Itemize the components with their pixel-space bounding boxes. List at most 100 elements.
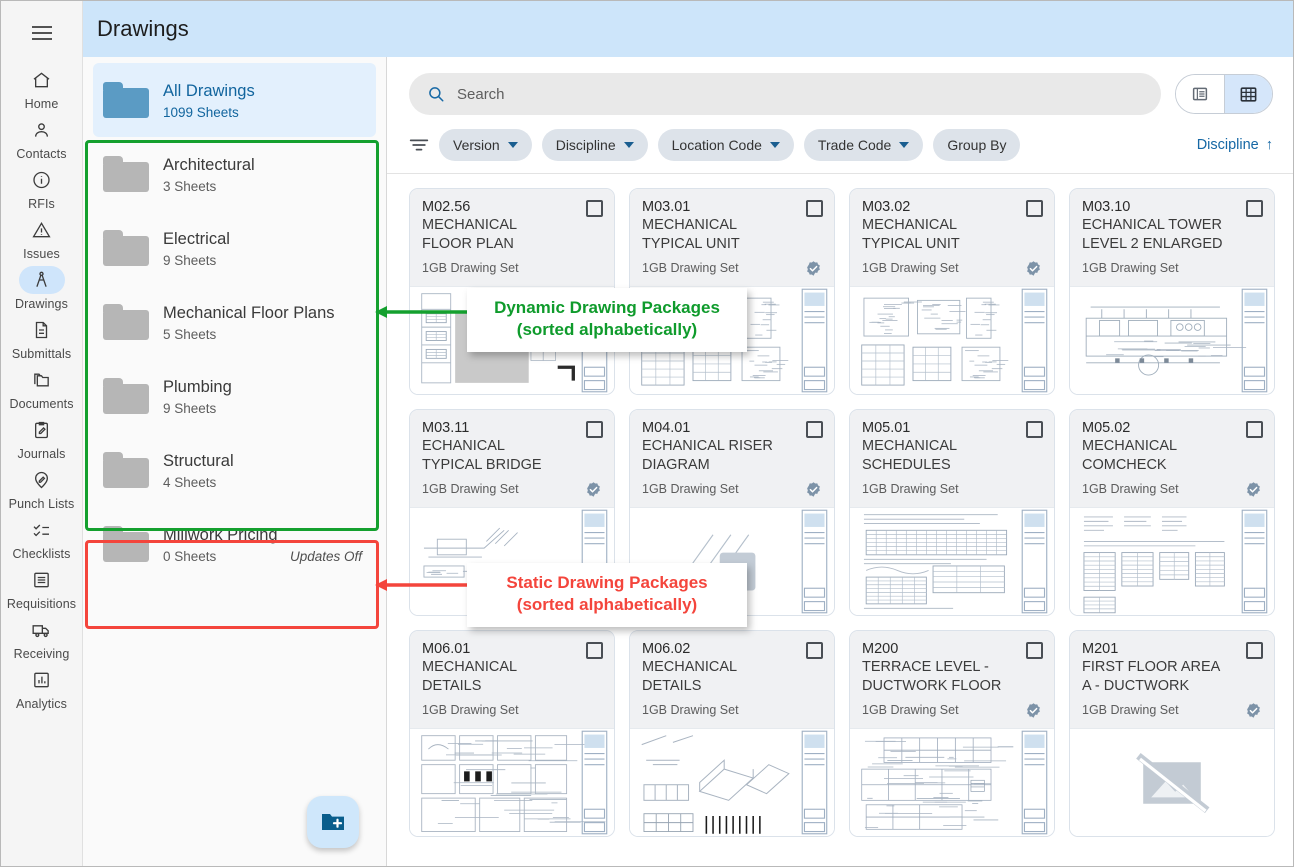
- drawing-card[interactable]: M04.01 ECHANICAL RISER DIAGRAM 1GB Drawing…: [629, 409, 835, 616]
- group-by-button[interactable]: Group By: [933, 129, 1021, 161]
- card-checkbox[interactable]: [806, 642, 823, 659]
- card-title: MECHANICAL COMCHECK: [1082, 438, 1177, 474]
- search-icon: [429, 87, 444, 102]
- chip-label: Location Code: [671, 137, 762, 153]
- card-title: ECHANICAL TYPICAL BRIDGE ENLARGED …: [422, 438, 542, 474]
- card-checkbox[interactable]: [1026, 642, 1043, 659]
- verified-badge-icon: [587, 481, 600, 497]
- sidebar-item-checklists[interactable]: Checklists: [3, 513, 81, 563]
- folder-icon: [103, 230, 149, 266]
- drawing-card[interactable]: M06.02 MECHANICAL DETAILS 1GB Drawing Set: [629, 630, 835, 837]
- hamburger-menu-icon[interactable]: [20, 13, 64, 53]
- sidebar-item-submittals[interactable]: Submittals: [3, 313, 81, 363]
- add-folder-fab[interactable]: [307, 796, 359, 848]
- card-thumbnail: [850, 507, 1054, 615]
- sort-label: Discipline: [1196, 137, 1259, 153]
- card-set-label: 1GB Drawing Set: [862, 482, 959, 496]
- card-number: M04.01: [642, 420, 691, 436]
- card-header: M201 FIRST FLOOR AREA A - DUCTWORK PLAN 1G…: [1070, 631, 1274, 728]
- sort-control[interactable]: Discipline ↑: [1197, 137, 1273, 153]
- filter-chip-discipline[interactable]: Discipline: [541, 129, 648, 161]
- card-set-label: 1GB Drawing Set: [422, 703, 519, 717]
- sidebar-item-rfis[interactable]: RFIs: [3, 163, 81, 213]
- folder-dynamic-4[interactable]: Structural 4 Sheets: [93, 433, 376, 507]
- card-title: FIRST FLOOR AREA A - DUCTWORK PLAN: [1082, 659, 1220, 695]
- sidebar-item-issues[interactable]: Issues: [3, 213, 81, 263]
- drawing-card[interactable]: M02.56 MECHANICAL FLOOR PLAN MIDRISE - RO…: [409, 188, 615, 395]
- folder-icon: [103, 156, 149, 192]
- dynamic-folder-list: Architectural 3 Sheets Electrical 9 Sheets M…: [93, 137, 376, 507]
- grid-view-icon[interactable]: [1224, 75, 1272, 113]
- card-set-label: 1GB Drawing Set: [422, 261, 519, 275]
- info-circle-icon: [19, 166, 65, 194]
- list-view-icon[interactable]: [1176, 75, 1224, 113]
- card-checkbox[interactable]: [1026, 200, 1043, 217]
- card-header: M05.02 MECHANICAL COMCHECK 1GB Drawing Set: [1070, 410, 1274, 507]
- card-checkbox[interactable]: [1246, 642, 1263, 659]
- card-title: TERRACE LEVEL - DUCTWORK FLOOR …: [862, 659, 1002, 695]
- card-checkbox[interactable]: [586, 642, 603, 659]
- card-checkbox[interactable]: [1246, 421, 1263, 438]
- folder-dynamic-3[interactable]: Plumbing 9 Sheets: [93, 359, 376, 433]
- clipboard-pencil-icon: [19, 416, 65, 444]
- sidebar-item-label: Drawings: [15, 297, 68, 311]
- search-input[interactable]: Search: [409, 73, 1161, 115]
- verified-badge-icon: [807, 260, 820, 276]
- sidebar-item-contacts[interactable]: Contacts: [3, 113, 81, 163]
- verified-badge-icon: [1027, 702, 1040, 718]
- drawing-card[interactable]: M03.10 ECHANICAL TOWER LEVEL 2 ENLARGED ……: [1069, 188, 1275, 395]
- card-set-label: 1GB Drawing Set: [1082, 703, 1179, 717]
- drawing-card[interactable]: M06.01 MECHANICAL DETAILS 1GB Drawing Set: [409, 630, 615, 837]
- folder-dynamic-0[interactable]: Architectural 3 Sheets: [93, 137, 376, 211]
- sidebar-item-punch-lists[interactable]: Punch Lists: [3, 463, 81, 513]
- filter-chip-location-code[interactable]: Location Code: [657, 129, 794, 161]
- badge-placeholder: [1245, 260, 1262, 277]
- card-thumbnail: [1070, 286, 1274, 394]
- card-header: M200 TERRACE LEVEL - DUCTWORK FLOOR … 1GB …: [850, 631, 1054, 728]
- card-checkbox[interactable]: [586, 200, 603, 217]
- receipt-icon: [19, 566, 65, 594]
- card-set-label: 1GB Drawing Set: [642, 703, 739, 717]
- drawing-card[interactable]: M03.02 MECHANICAL TYPICAL UNIT FLOO… 1GB D…: [849, 188, 1055, 395]
- folder-icon: [103, 452, 149, 488]
- drawing-card[interactable]: M05.01 MECHANICAL SCHEDULES 1GB Drawing Se…: [849, 409, 1055, 616]
- drawing-card[interactable]: M201 FIRST FLOOR AREA A - DUCTWORK PLAN 1G…: [1069, 630, 1275, 837]
- warning-triangle-icon: [19, 216, 65, 244]
- card-checkbox[interactable]: [1246, 200, 1263, 217]
- card-title: MECHANICAL TYPICAL UNIT FLOO…: [862, 217, 960, 253]
- drawing-card[interactable]: M03.01 MECHANICAL TYPICAL UNIT FLOO… 1GB D…: [629, 188, 835, 395]
- drawing-card[interactable]: M200 TERRACE LEVEL - DUCTWORK FLOOR … 1GB …: [849, 630, 1055, 837]
- drawing-card[interactable]: M05.02 MECHANICAL COMCHECK 1GB Drawing Set: [1069, 409, 1275, 616]
- card-checkbox[interactable]: [806, 200, 823, 217]
- folder-dynamic-2[interactable]: Mechanical Floor Plans 5 Sheets: [93, 285, 376, 359]
- sidebar-item-requisitions[interactable]: Requisitions: [3, 563, 81, 613]
- folder-sheet-count: 0 Sheets: [163, 549, 217, 565]
- sidebar-item-receiving[interactable]: Receiving: [3, 613, 81, 663]
- folder-icon: [103, 526, 149, 562]
- sidebar-item-label: Punch Lists: [8, 497, 75, 511]
- drawing-card[interactable]: M03.11 ECHANICAL TYPICAL BRIDGE ENLARGED …: [409, 409, 615, 616]
- sidebar-item-documents[interactable]: Documents: [3, 363, 81, 413]
- card-checkbox[interactable]: [586, 421, 603, 438]
- folder-static-0[interactable]: Millwork Pricing 0 Sheets Updates Off: [93, 507, 376, 581]
- sidebar-item-drawings[interactable]: Drawings: [3, 263, 81, 313]
- broken-image-icon: [1136, 752, 1210, 813]
- filter-chip-trade-code[interactable]: Trade Code: [803, 129, 924, 161]
- chip-label: Group By: [947, 137, 1007, 153]
- card-thumbnail: [1070, 507, 1274, 615]
- sidebar-item-analytics[interactable]: Analytics: [3, 663, 81, 713]
- card-checkbox[interactable]: [1026, 421, 1043, 438]
- folder-all-drawings[interactable]: All Drawings 1099 Sheets: [93, 63, 376, 137]
- chevron-down-icon: [899, 142, 910, 148]
- sidebar-item-journals[interactable]: Journals: [3, 413, 81, 463]
- card-thumbnail: [630, 286, 834, 394]
- sidebar-item-home[interactable]: Home: [3, 63, 81, 113]
- filter-chip-version[interactable]: Version: [439, 129, 532, 161]
- filter-icon[interactable]: [409, 137, 429, 153]
- primary-nav-rail: Home Contacts RFIs Issues Drawings Submi…: [1, 1, 83, 866]
- card-thumbnail: [630, 507, 834, 615]
- card-thumbnail: [410, 286, 614, 394]
- sidebar-item-label: Receiving: [13, 647, 70, 661]
- card-checkbox[interactable]: [806, 421, 823, 438]
- folder-dynamic-1[interactable]: Electrical 9 Sheets: [93, 211, 376, 285]
